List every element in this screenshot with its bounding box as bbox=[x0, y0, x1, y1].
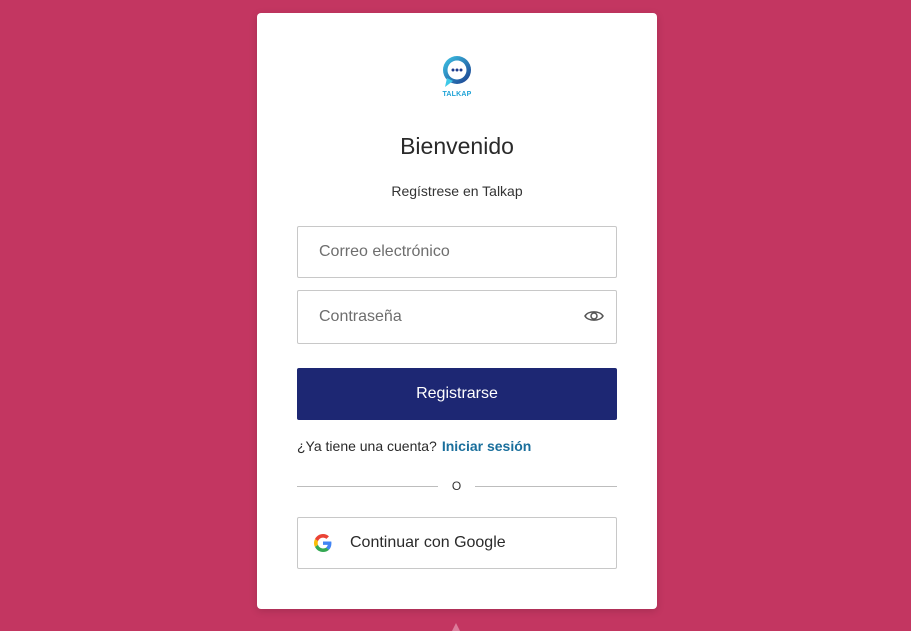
google-icon bbox=[314, 534, 332, 552]
register-card: TALKAP Bienvenido Regístrese en Talkap R… bbox=[257, 13, 657, 609]
google-button-label: Continuar con Google bbox=[350, 534, 506, 551]
chat-bubble-icon bbox=[443, 56, 471, 87]
login-prompt-text: ¿Ya tiene una cuenta? bbox=[297, 438, 437, 454]
page-subtitle: Regístrese en Talkap bbox=[391, 183, 523, 199]
register-button[interactable]: Registrarse bbox=[297, 368, 617, 420]
login-link[interactable]: Iniciar sesión bbox=[442, 438, 531, 454]
password-field[interactable] bbox=[298, 291, 558, 343]
login-prompt: ¿Ya tiene una cuenta? Iniciar sesión bbox=[297, 438, 531, 454]
google-signin-button[interactable]: Continuar con Google bbox=[297, 517, 617, 569]
page-title: Bienvenido bbox=[400, 133, 514, 159]
or-divider: O bbox=[297, 478, 617, 494]
talkap-logo: TALKAP bbox=[440, 54, 474, 102]
partial-logo-icon bbox=[452, 623, 460, 631]
divider-line-right bbox=[475, 486, 617, 487]
password-field-container bbox=[297, 290, 617, 344]
brand-name: TALKAP bbox=[442, 91, 472, 98]
divider-label: O bbox=[451, 479, 462, 493]
email-field-container bbox=[297, 226, 617, 278]
email-field[interactable] bbox=[298, 227, 558, 277]
divider-line-left bbox=[297, 486, 438, 487]
eye-icon[interactable] bbox=[584, 308, 604, 324]
